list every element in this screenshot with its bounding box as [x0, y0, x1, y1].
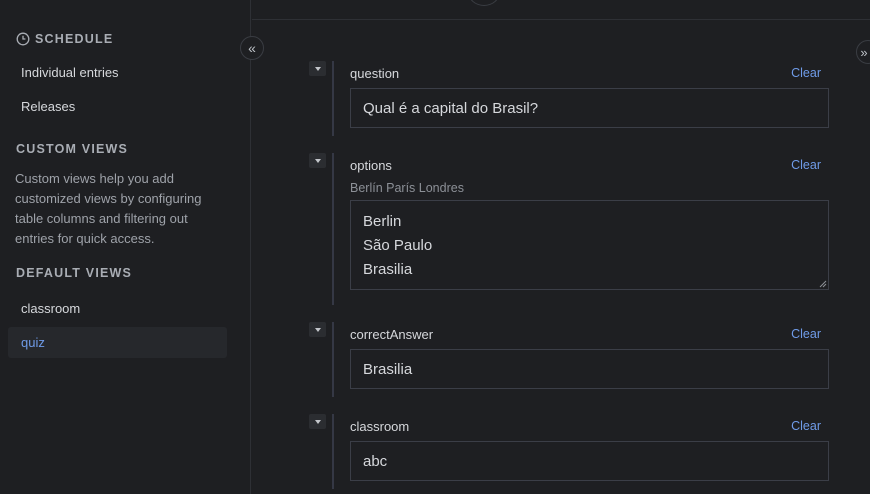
default-views-header: DEFAULT VIEWS	[16, 266, 133, 280]
clock-icon	[16, 32, 30, 46]
sidebar-item-individual-entries[interactable]: Individual entries	[8, 57, 227, 88]
clear-button[interactable]: Clear	[791, 66, 821, 80]
correct-answer-input[interactable]: Brasilia	[350, 349, 829, 389]
schedule-header: SCHEDULE	[16, 32, 113, 46]
field-correct-answer: correctAnswer Clear Brasilia	[309, 322, 830, 397]
field-divider	[332, 322, 334, 397]
double-chevron-left-icon: «	[248, 40, 256, 56]
field-divider	[332, 61, 334, 136]
sidebar-item-classroom[interactable]: classroom	[8, 293, 227, 324]
resize-grip-icon[interactable]	[819, 280, 827, 288]
options-line: Berlin	[363, 213, 402, 230]
expand-panel-button[interactable]: »	[856, 40, 870, 64]
custom-views-description: Custom views help you add customized vie…	[15, 171, 202, 246]
classroom-input[interactable]: abc	[350, 441, 829, 481]
collapse-sidebar-button[interactable]: «	[240, 36, 264, 60]
double-chevron-right-icon: »	[860, 44, 868, 60]
clear-button[interactable]: Clear	[791, 327, 821, 341]
field-toggle-chevron-icon[interactable]	[309, 414, 326, 429]
sidebar-item-quiz[interactable]: quiz	[8, 327, 227, 358]
question-input[interactable]: Qual é a capital do Brasil?	[350, 88, 829, 128]
clear-button[interactable]: Clear	[791, 419, 821, 433]
field-divider	[332, 414, 334, 489]
sidebar: SCHEDULE Individual entries Releases CUS…	[0, 0, 251, 494]
top-bar	[252, 0, 870, 20]
field-toggle-chevron-icon[interactable]	[309, 322, 326, 337]
field-hint: Berlín París Londres	[350, 181, 464, 195]
options-line: São Paulo	[363, 237, 433, 254]
sidebar-item-releases[interactable]: Releases	[8, 91, 227, 122]
field-label: classroom	[350, 419, 410, 434]
field-label: options	[350, 158, 392, 173]
field-classroom: classroom Clear abc	[309, 414, 830, 489]
options-line: Brasilia	[363, 261, 413, 278]
custom-views-header: CUSTOM VIEWS	[16, 142, 129, 156]
field-label: question	[350, 66, 400, 81]
field-question: question Clear Qual é a capital do Brasi…	[309, 61, 830, 136]
options-textarea[interactable]: Berlin São Paulo Brasilia	[350, 200, 829, 290]
field-label: correctAnswer	[350, 327, 434, 342]
field-toggle-chevron-icon[interactable]	[309, 61, 326, 76]
field-divider	[332, 153, 334, 305]
schedule-header-label: SCHEDULE	[35, 32, 114, 46]
field-toggle-chevron-icon[interactable]	[309, 153, 326, 168]
field-options: options Clear Berlín París Londres Berli…	[309, 153, 830, 305]
clear-button[interactable]: Clear	[791, 158, 821, 172]
